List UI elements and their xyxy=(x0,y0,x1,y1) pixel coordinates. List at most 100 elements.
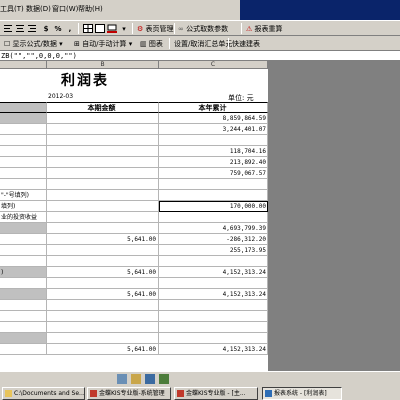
cell-current-amount[interactable] xyxy=(47,245,159,256)
cell-item-label[interactable] xyxy=(0,234,47,245)
cell-item-label[interactable] xyxy=(0,223,47,234)
cell-ytd-amount[interactable] xyxy=(159,278,268,289)
border-icon[interactable] xyxy=(94,23,106,34)
cell-current-amount[interactable]: 5,641.00 xyxy=(47,289,159,300)
cell-current-amount[interactable] xyxy=(47,135,159,146)
percent-icon[interactable]: % xyxy=(52,23,64,34)
cell-ytd-amount[interactable] xyxy=(159,300,268,311)
cell-current-amount[interactable] xyxy=(47,333,159,344)
cell-item-label[interactable] xyxy=(0,322,47,333)
cell-ytd-amount[interactable]: 255,173.95 xyxy=(159,245,268,256)
cell-current-amount[interactable] xyxy=(47,190,159,201)
cell-item-label[interactable] xyxy=(0,289,47,300)
cell-current-amount[interactable] xyxy=(47,322,159,333)
column-header-c[interactable]: C xyxy=(159,61,268,69)
cell-current-amount[interactable] xyxy=(47,179,159,190)
taskbar-button[interactable]: 金蝶KIS专业版-系统管理 xyxy=(87,387,171,400)
cell-current-amount[interactable] xyxy=(47,157,159,168)
cell-ytd-amount[interactable] xyxy=(159,135,268,146)
taskbar-button[interactable]: 金蝶KIS专业版 - [主... xyxy=(174,387,258,400)
cell-ytd-amount[interactable]: 4,152,313.24 xyxy=(159,289,268,300)
dropdown-arrow-icon[interactable]: ▾ xyxy=(118,23,130,34)
formula-check-button[interactable]: ∞ 公式取数参数 xyxy=(178,24,228,34)
cell-current-amount[interactable]: 5,641.00 xyxy=(47,234,159,245)
cell-item-label[interactable] xyxy=(0,135,47,146)
formula-bar[interactable]: ZB("","",0,0,0,"") xyxy=(0,51,400,61)
menu-help[interactable]: 帮助(H) xyxy=(78,4,103,14)
cell-current-amount[interactable] xyxy=(47,223,159,234)
column-header-a[interactable] xyxy=(0,61,47,69)
cell-ytd-amount[interactable]: 213,892.40 xyxy=(159,157,268,168)
currency-icon[interactable]: $ xyxy=(40,23,52,34)
cell-current-amount[interactable]: 5,641.00 xyxy=(47,344,159,355)
taskbar-button[interactable]: 报表系统 - [利润表] xyxy=(262,387,342,400)
cell-ytd-amount[interactable] xyxy=(159,212,268,223)
cell-ytd-amount[interactable]: 118,704.16 xyxy=(159,146,268,157)
cell-current-amount[interactable] xyxy=(47,212,159,223)
cell-current-amount[interactable] xyxy=(47,201,159,212)
cell-ytd-amount[interactable] xyxy=(159,256,268,267)
tray-app-icon[interactable] xyxy=(159,374,169,384)
cell-current-amount[interactable]: 5,641.00 xyxy=(47,267,159,278)
cell-ytd-amount[interactable] xyxy=(159,179,268,190)
cell-ytd-amount[interactable]: 8,859,864.59 xyxy=(159,113,268,124)
cell-current-amount[interactable] xyxy=(47,124,159,135)
cell-ytd-amount[interactable] xyxy=(159,311,268,322)
cell-current-amount[interactable] xyxy=(47,300,159,311)
format-align-icon[interactable] xyxy=(2,23,14,34)
set-cancel-summary-button[interactable]: 设置/取消汇总单元 xyxy=(174,39,232,49)
cell-current-amount[interactable] xyxy=(47,146,159,157)
cell-current-amount[interactable] xyxy=(47,256,159,267)
cell-current-amount[interactable] xyxy=(47,278,159,289)
cell-ytd-amount[interactable]: -286,312.20 xyxy=(159,234,268,245)
cell-ytd-amount[interactable]: 759,067.57 xyxy=(159,168,268,179)
cell-ytd-amount[interactable] xyxy=(159,190,268,201)
align-right-icon[interactable] xyxy=(26,23,38,34)
cell-current-amount[interactable] xyxy=(47,113,159,124)
taskbar-button[interactable]: C:\Documents and Se... xyxy=(2,387,85,400)
chart-button[interactable]: ▥ 图表 xyxy=(140,39,163,49)
cell-ytd-amount[interactable] xyxy=(159,322,268,333)
cell-item-label[interactable] xyxy=(0,124,47,135)
cell-ytd-amount[interactable]: 4,152,313.24 xyxy=(159,344,268,355)
cell-item-label[interactable]: 填列) xyxy=(0,201,47,212)
report-manager-button[interactable]: ⚙ 表页管理 xyxy=(137,24,174,34)
cell-item-label[interactable] xyxy=(0,179,47,190)
cell-item-label[interactable] xyxy=(0,300,47,311)
header-cell-current[interactable]: 本期金额 xyxy=(47,102,159,113)
menu-window[interactable]: 窗口(W) xyxy=(52,4,78,14)
cell-item-label[interactable] xyxy=(0,245,47,256)
align-center-icon[interactable] xyxy=(14,23,26,34)
comma-icon[interactable]: , xyxy=(64,23,76,34)
cell-item-label[interactable]: 业的投资收益 xyxy=(0,212,47,223)
tray-app-icon[interactable] xyxy=(131,374,141,384)
grid-icon[interactable] xyxy=(82,23,94,34)
header-cell-ytd[interactable]: 本年累计 xyxy=(159,102,268,113)
report-sheet[interactable]: B C 利润表 2012-03 单位: 元 本期金额 本年累计 8,859,86… xyxy=(0,61,268,371)
cell-item-label[interactable] xyxy=(0,146,47,157)
column-header-b[interactable]: B xyxy=(47,61,159,69)
cell-current-amount[interactable] xyxy=(47,168,159,179)
cell-ytd-amount[interactable]: 4,693,799.39 xyxy=(159,223,268,234)
show-formula-button[interactable]: ☐ 显示公式/数据 ▾ xyxy=(4,39,63,49)
cell-item-label[interactable]: ) xyxy=(0,267,47,278)
cell-ytd-amount[interactable]: 170,000.00 xyxy=(159,201,268,212)
cell-item-label[interactable] xyxy=(0,157,47,168)
cell-current-amount[interactable] xyxy=(47,311,159,322)
cell-item-label[interactable] xyxy=(0,278,47,289)
cell-ytd-amount[interactable]: 4,152,313.24 xyxy=(159,267,268,278)
menu-tools[interactable]: 工具(T) xyxy=(0,4,24,14)
cell-ytd-amount[interactable] xyxy=(159,333,268,344)
cell-item-label[interactable] xyxy=(0,333,47,344)
fill-color-icon[interactable] xyxy=(106,23,118,34)
tray-app-icon[interactable] xyxy=(117,374,127,384)
quick-report-button[interactable]: 快速建表 xyxy=(232,39,260,49)
cell-item-label[interactable] xyxy=(0,311,47,322)
cell-ytd-amount[interactable]: 3,244,401.07 xyxy=(159,124,268,135)
cell-item-label[interactable]: "-"号填列) xyxy=(0,190,47,201)
cell-item-label[interactable] xyxy=(0,168,47,179)
header-cell-item[interactable] xyxy=(0,102,47,113)
recalc-button[interactable]: ⚠ 报表重算 xyxy=(246,24,283,34)
cell-item-label[interactable] xyxy=(0,113,47,124)
menu-data[interactable]: 数据(D) xyxy=(26,4,51,14)
